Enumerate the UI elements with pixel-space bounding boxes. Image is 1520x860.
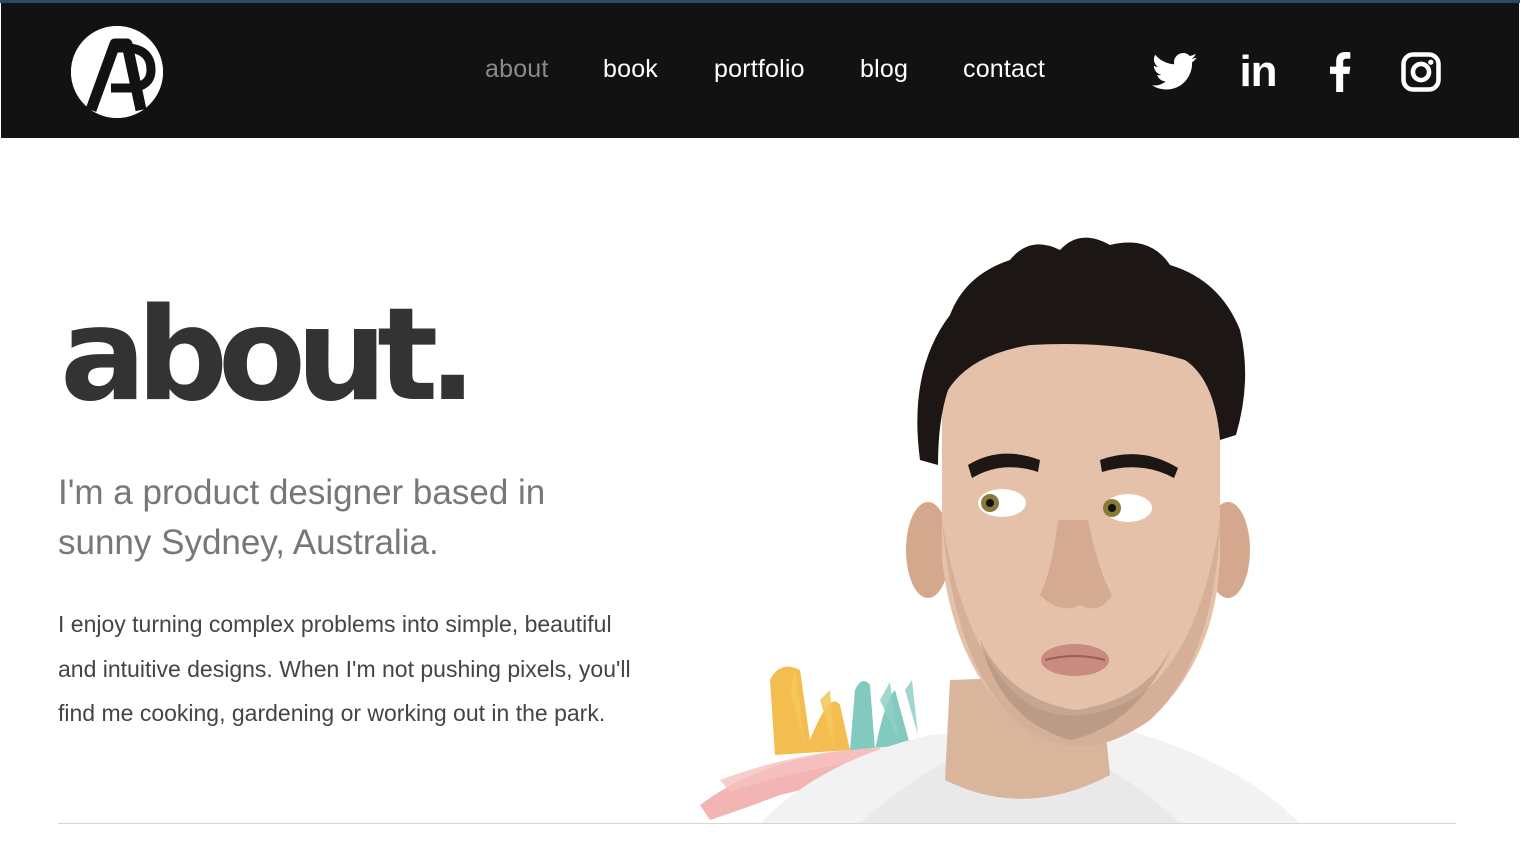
twitter-link[interactable]: [1152, 49, 1198, 95]
intro-lead: I'm a product designer based in sunny Sy…: [58, 473, 546, 562]
portrait-photo: [680, 220, 1300, 824]
ap-monogram-icon: [71, 26, 163, 118]
nav-link-portfolio[interactable]: portfolio: [714, 55, 805, 84]
section-divider: [58, 823, 1456, 824]
linkedin-icon: in: [1239, 47, 1277, 96]
facebook-icon: [1330, 52, 1351, 92]
instagram-icon: [1401, 52, 1441, 92]
linkedin-link[interactable]: in: [1235, 49, 1281, 95]
twitter-icon: [1152, 53, 1198, 90]
lips: [1041, 644, 1109, 676]
facebook-link[interactable]: [1317, 49, 1363, 95]
nav-link-blog[interactable]: blog: [860, 55, 908, 84]
nav-link-book[interactable]: book: [603, 55, 658, 84]
nav-link-about[interactable]: about: [485, 55, 549, 84]
nav-link-contact[interactable]: contact: [963, 55, 1045, 84]
instagram-link[interactable]: [1398, 49, 1444, 95]
page-title: about.: [60, 281, 477, 430]
intro-body: I enjoy turning complex problems into si…: [58, 611, 631, 726]
site-logo[interactable]: [71, 26, 163, 118]
top-navbar: about book portfolio blog contact in: [1, 3, 1519, 138]
